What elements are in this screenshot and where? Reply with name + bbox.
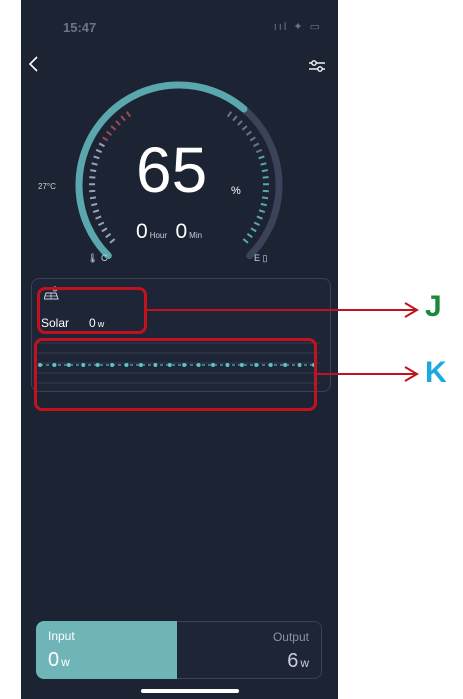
battery-tick bbox=[262, 176, 269, 179]
temperature-tick bbox=[95, 148, 103, 154]
temperature-tick bbox=[98, 221, 105, 227]
battery-tick bbox=[232, 115, 238, 122]
annotation-box-j bbox=[37, 287, 147, 334]
temperature-readout: 27°C bbox=[38, 182, 56, 191]
temperature-tick bbox=[91, 202, 98, 207]
output-power: 6w bbox=[189, 650, 309, 673]
input-unit: w bbox=[61, 655, 70, 669]
temperature-tick bbox=[106, 130, 113, 136]
status-bar: 15:47 ııl ✦ ▭ bbox=[21, 0, 338, 50]
temperature-tick bbox=[92, 209, 100, 214]
battery-tick bbox=[250, 227, 257, 233]
temperature-tick bbox=[98, 142, 105, 148]
battery-tick bbox=[253, 142, 260, 148]
temperature-tick bbox=[91, 162, 98, 166]
empty-label: E bbox=[254, 253, 261, 263]
cold-label: C bbox=[100, 253, 108, 263]
temperature-tick bbox=[110, 125, 117, 131]
annotation-label-k: K bbox=[425, 356, 447, 389]
battery-tick bbox=[261, 169, 268, 173]
battery-tick bbox=[249, 136, 256, 142]
hours-unit: Hour bbox=[149, 231, 168, 240]
hours-value: 0 bbox=[136, 220, 148, 243]
sliders-icon bbox=[309, 60, 325, 72]
temperature-tick bbox=[109, 238, 116, 244]
annotation-label-j: J bbox=[425, 290, 442, 323]
battery-percent: 65 bbox=[136, 134, 208, 206]
tab-output[interactable]: Output 6w bbox=[177, 621, 322, 679]
temperature-tick bbox=[89, 196, 97, 200]
battery-tick bbox=[246, 232, 253, 239]
settings-button[interactable] bbox=[308, 58, 326, 74]
empty-marker: E ▯ bbox=[254, 253, 267, 264]
temperature-tick bbox=[125, 111, 132, 118]
temperature-tick bbox=[90, 169, 97, 173]
annotation-arrow-j bbox=[147, 302, 419, 318]
temperature-tick bbox=[89, 176, 96, 179]
temperature-tick bbox=[93, 155, 100, 160]
cold-marker: 🌡 C bbox=[87, 253, 107, 264]
temperature-tick bbox=[95, 215, 102, 220]
battery-tick bbox=[258, 155, 265, 160]
battery-percent-unit: % bbox=[231, 185, 241, 197]
remaining-time: 0 Hour 0 Min bbox=[136, 220, 206, 244]
annotation-box-k bbox=[34, 338, 317, 411]
input-value: 0 bbox=[48, 649, 60, 671]
output-unit: w bbox=[300, 656, 309, 670]
back-button[interactable] bbox=[27, 55, 47, 75]
temperature-tick bbox=[115, 120, 121, 126]
battery-tick bbox=[256, 215, 263, 220]
battery-gauge: 27°C 65 % 0 Hour 0 Min 🌡 C E ▯ bbox=[21, 80, 338, 280]
battery-tick bbox=[261, 196, 269, 200]
status-time: 15:47 bbox=[63, 20, 97, 35]
battery-tick bbox=[255, 148, 263, 154]
thermometer-icon: 🌡 bbox=[87, 253, 99, 263]
temperature-tick bbox=[102, 136, 109, 142]
tab-input[interactable]: Input 0w bbox=[36, 621, 177, 679]
battery-tick bbox=[260, 162, 267, 166]
battery-icon: ▯ bbox=[262, 253, 268, 263]
input-power: 0w bbox=[48, 649, 165, 672]
battery-tick bbox=[253, 221, 260, 227]
temperature-tick bbox=[105, 232, 112, 239]
battery-tick bbox=[237, 120, 243, 126]
battery-tick bbox=[241, 125, 248, 131]
annotation-arrow-k bbox=[317, 366, 419, 382]
battery-tick bbox=[242, 238, 249, 244]
output-value: 6 bbox=[287, 650, 299, 672]
temperature-tick bbox=[120, 115, 126, 122]
battery-tick bbox=[245, 130, 252, 136]
temperature-tick bbox=[101, 227, 108, 233]
minutes-unit: Min bbox=[189, 231, 203, 240]
battery-tick bbox=[258, 209, 266, 214]
minutes-value: 0 bbox=[175, 220, 188, 243]
home-indicator bbox=[141, 689, 239, 693]
input-label: Input bbox=[48, 629, 75, 643]
output-label: Output bbox=[272, 630, 309, 644]
battery-tick bbox=[226, 111, 233, 118]
status-icons: ııl ✦ ▭ bbox=[273, 21, 322, 33]
chevron-left-icon bbox=[28, 56, 38, 72]
battery-tick bbox=[260, 202, 267, 207]
